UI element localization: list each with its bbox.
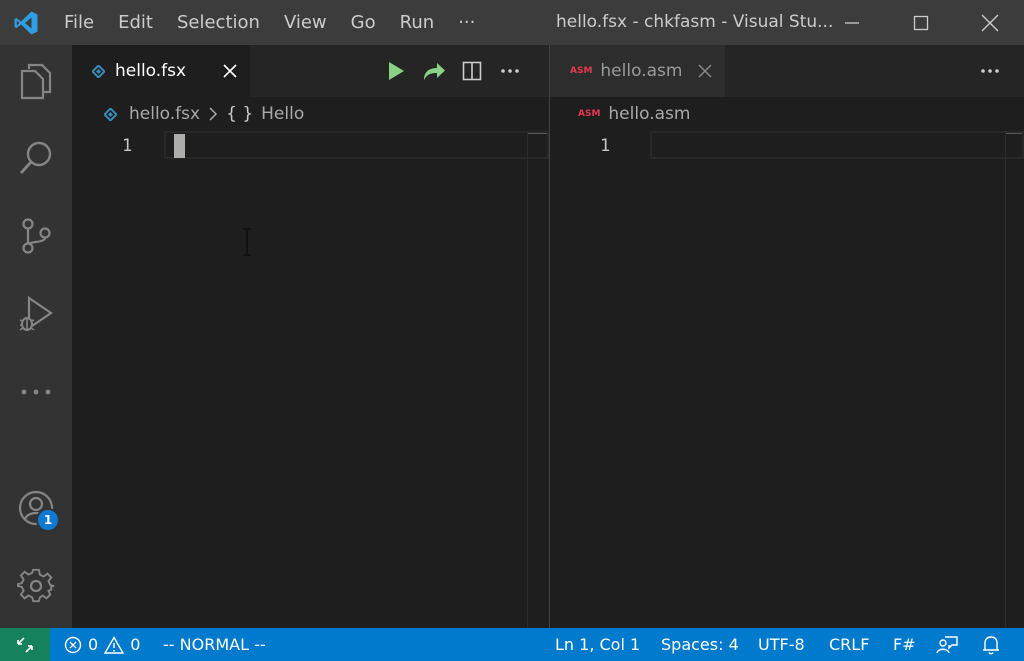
warning-count: 0 (130, 635, 141, 654)
send-to-interactive-icon (424, 63, 445, 80)
line-number: 1 (122, 136, 133, 156)
problems-indicator[interactable]: 0 0 (64, 628, 140, 661)
more-actions-button[interactable] (971, 45, 1009, 97)
menu-view[interactable]: View (272, 0, 339, 45)
encoding[interactable]: UTF-8 (758, 628, 805, 661)
editor-group-right: ASM hello.asm ASM hello.asm 1 (550, 45, 1024, 628)
asm-file-icon: ASM (570, 66, 593, 76)
search-icon[interactable] (0, 122, 72, 194)
minimap-edge (1005, 131, 1006, 628)
tab-hello-asm[interactable]: ASM hello.asm (550, 45, 725, 97)
window-title: hello.fsx - chkfasm - Visual Stu... (556, 12, 834, 32)
bell-icon (983, 635, 999, 654)
language-mode[interactable]: F# (893, 628, 916, 661)
line-number: 1 (600, 136, 611, 156)
menu-run[interactable]: Run (388, 0, 447, 45)
current-line-highlight (164, 131, 549, 159)
title-bar: File Edit Selection View Go Run ··· hell… (0, 0, 1024, 45)
breadcrumb-symbol[interactable]: Hello (261, 104, 304, 124)
close-icon (698, 64, 712, 78)
code-editor-left[interactable]: 1 (72, 131, 549, 628)
breadcrumb: hello.fsx { } Hello (104, 97, 304, 131)
notifications-button[interactable] (982, 628, 1000, 661)
editor-group-left: hello.fsx hello.fsx { } Hello 1 (72, 45, 549, 628)
menu-selection[interactable]: Selection (165, 0, 272, 45)
manage-gear-icon[interactable] (0, 550, 72, 622)
tab-bar: ASM hello.asm (550, 45, 1024, 97)
code-editor-right[interactable]: 1 (550, 131, 1024, 628)
remote-button[interactable] (0, 628, 50, 661)
status-bar: 0 0 -- NORMAL -- Ln 1, Col 1 Spaces: 4 U… (0, 628, 1024, 661)
tab-hello-fsx[interactable]: hello.fsx (72, 45, 250, 97)
run-debug-icon[interactable] (0, 278, 72, 350)
remote-icon (17, 636, 33, 653)
maximize-button[interactable] (898, 0, 944, 45)
fsharp-file-icon (92, 64, 105, 78)
accounts-badge: 1 (36, 508, 60, 532)
error-count: 0 (88, 635, 99, 654)
accounts-icon[interactable] (0, 472, 72, 544)
tab-bar: hello.fsx (72, 45, 549, 97)
menu-more[interactable]: ··· (446, 0, 487, 45)
menu-edit[interactable]: Edit (106, 0, 165, 45)
send-to-interactive-button[interactable] (415, 45, 453, 97)
breadcrumb-file[interactable]: hello.asm (608, 104, 690, 124)
activity-bar: 1 (0, 45, 72, 628)
chevron-right-icon (209, 107, 218, 121)
close-icon (223, 64, 237, 78)
warning-icon (104, 635, 125, 654)
more-actions-button[interactable] (491, 45, 529, 97)
menu-bar: File Edit Selection View Go Run ··· (52, 0, 487, 45)
menu-go[interactable]: Go (339, 0, 388, 45)
minimap-edge (527, 131, 528, 628)
feedback-icon (936, 635, 958, 653)
vim-mode: -- NORMAL -- (163, 635, 266, 654)
breadcrumb-file[interactable]: hello.fsx (129, 104, 200, 124)
explorer-icon[interactable] (0, 45, 72, 117)
close-icon (981, 14, 999, 31)
tab-label: hello.asm (600, 61, 683, 81)
current-line-highlight (650, 131, 1024, 159)
split-editor-icon (462, 61, 482, 81)
tab-label: hello.fsx (115, 61, 187, 81)
source-control-icon[interactable] (0, 200, 72, 272)
minimize-button[interactable] (829, 0, 875, 45)
run-button[interactable] (377, 45, 415, 97)
tab-close-button[interactable] (215, 45, 245, 97)
minimize-icon (845, 21, 859, 24)
editor-actions (971, 45, 1009, 97)
block-cursor (174, 134, 185, 158)
more-actions-icon (981, 69, 999, 73)
tab-close-button[interactable] (690, 45, 720, 97)
maximize-icon (913, 15, 929, 30)
editor-actions (377, 45, 529, 97)
run-icon (389, 62, 404, 80)
cursor-position[interactable]: Ln 1, Col 1 (555, 628, 640, 661)
breadcrumb: ASM hello.asm (578, 97, 690, 131)
split-editor-button[interactable] (453, 45, 491, 97)
more-actions-icon (501, 69, 519, 73)
symbol-namespace-icon: { } (226, 104, 254, 124)
close-window-button[interactable] (967, 0, 1013, 45)
vscode-logo-icon (0, 0, 52, 45)
more-icon[interactable] (0, 356, 72, 428)
asm-file-icon: ASM (578, 109, 601, 119)
menu-file[interactable]: File (52, 0, 106, 45)
indentation[interactable]: Spaces: 4 (661, 628, 739, 661)
fsharp-file-icon (104, 107, 117, 121)
error-icon (64, 636, 82, 653)
line-ending[interactable]: CRLF (829, 628, 869, 661)
text-cursor-icon (243, 228, 251, 256)
feedback-button[interactable] (936, 628, 958, 661)
